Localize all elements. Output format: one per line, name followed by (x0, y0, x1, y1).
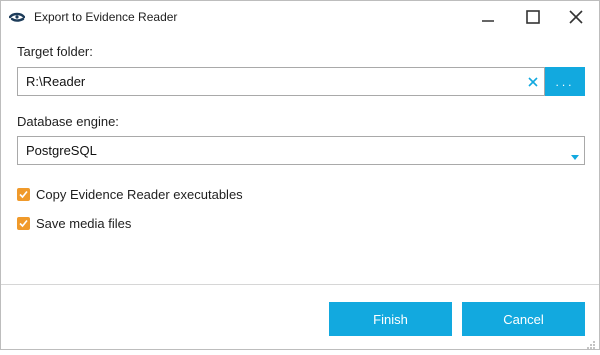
clear-x-icon[interactable] (526, 75, 540, 89)
dropdown-arrow-icon (571, 148, 579, 160)
export-dialog: Export to Evidence Reader Target folder:… (0, 0, 600, 350)
finish-button[interactable]: Finish (329, 302, 452, 336)
copy-executables-checkbox-row[interactable]: Copy Evidence Reader executables (17, 187, 243, 202)
save-media-checkbox[interactable] (17, 217, 30, 230)
footer-divider (1, 284, 599, 285)
evidence-reader-app-icon (8, 9, 26, 25)
minimize-button[interactable] (466, 1, 510, 33)
database-engine-label: Database engine: (17, 114, 119, 129)
target-folder-input[interactable]: R:\Reader (17, 67, 545, 96)
check-icon (19, 190, 28, 199)
title-bar: Export to Evidence Reader (1, 1, 599, 33)
database-engine-value: PostgreSQL (26, 143, 97, 158)
resize-grip-icon[interactable] (586, 337, 596, 349)
maximize-button[interactable] (511, 1, 555, 33)
copy-executables-label: Copy Evidence Reader executables (36, 187, 243, 202)
save-media-checkbox-row[interactable]: Save media files (17, 216, 131, 231)
save-media-label: Save media files (36, 216, 132, 231)
database-engine-select[interactable]: PostgreSQL (17, 136, 585, 165)
cancel-button[interactable]: Cancel (462, 302, 585, 336)
target-folder-label: Target folder: (17, 44, 93, 59)
window-title: Export to Evidence Reader (34, 10, 178, 24)
copy-executables-checkbox[interactable] (17, 188, 30, 201)
check-icon (19, 219, 28, 228)
target-folder-value: R:\Reader (26, 74, 86, 89)
close-icon (569, 10, 583, 24)
minimize-icon (482, 20, 494, 22)
browse-button[interactable]: ... (545, 67, 585, 96)
close-button[interactable] (554, 1, 598, 33)
maximize-icon (526, 10, 540, 24)
